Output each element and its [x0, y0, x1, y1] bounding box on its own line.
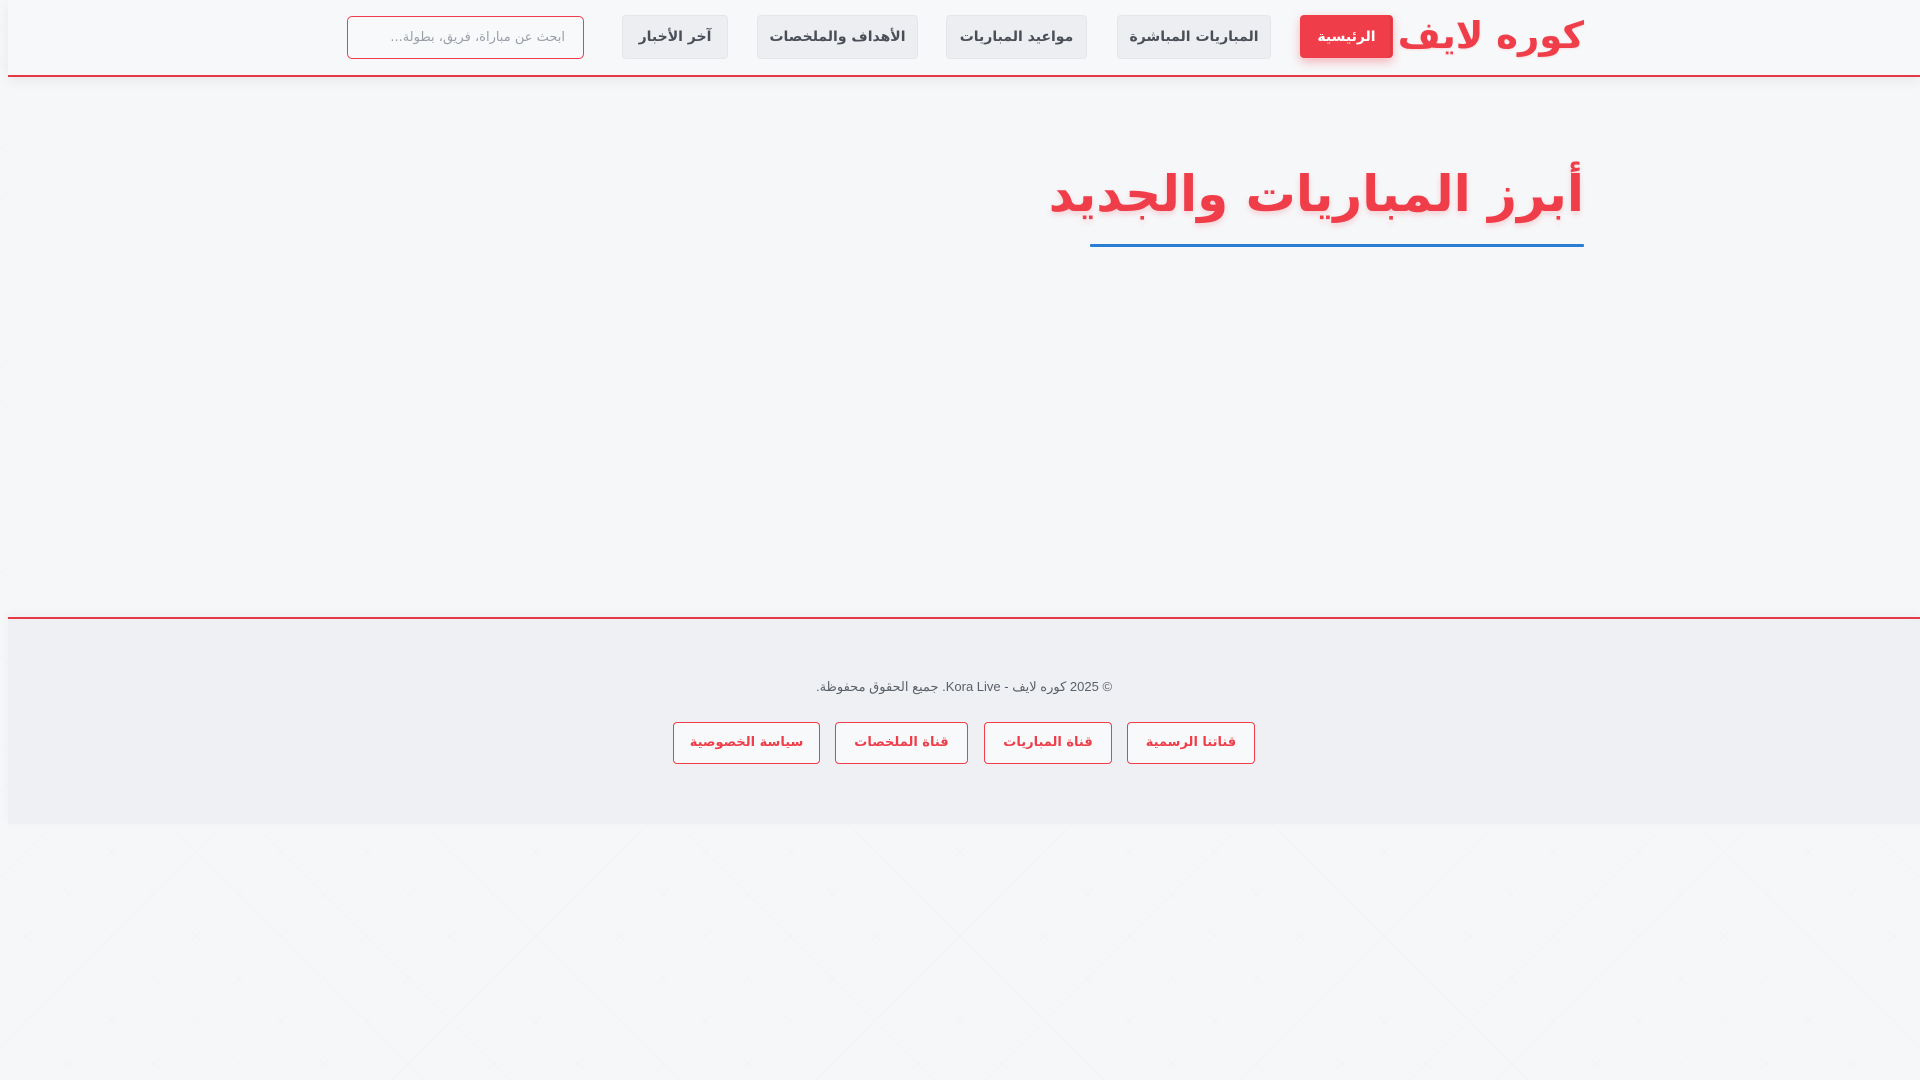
- site-header: كوره لايف الرئيسية المباريات المباشرة مو…: [8, 0, 1920, 77]
- nav-home-button[interactable]: الرئيسية: [1300, 15, 1393, 58]
- footer-official-channel-button[interactable]: قناتنا الرسمية: [1127, 722, 1255, 764]
- page-frame: كوره لايف الرئيسية المباريات المباشرة مو…: [8, 0, 1920, 826]
- title-underline: [1090, 244, 1584, 247]
- search-input[interactable]: [347, 16, 584, 59]
- footer-links: قناتنا الرسمية قناة المباريات قناة الملخ…: [8, 722, 1920, 764]
- footer-privacy-policy-button[interactable]: سياسة الخصوصية: [673, 722, 820, 764]
- page-title: أبرز المباريات والجديد: [1048, 165, 1584, 223]
- nav-latest-news-button[interactable]: آخر الأخبار: [622, 15, 728, 59]
- nav-live-matches-button[interactable]: المباريات المباشرة: [1117, 15, 1271, 59]
- copyright-text: © 2025 كوره لايف - Kora Live. جميع الحقو…: [815, 679, 1113, 694]
- site-footer: © 2025 كوره لايف - Kora Live. جميع الحقو…: [8, 617, 1920, 824]
- nav-match-schedule-button[interactable]: مواعيد المباريات: [946, 15, 1087, 59]
- footer-highlights-channel-button[interactable]: قناة الملخصات: [835, 722, 968, 764]
- nav-goals-highlights-button[interactable]: الأهداف والملخصات: [757, 15, 918, 59]
- site-logo[interactable]: كوره لايف: [1398, 12, 1584, 60]
- footer-matches-channel-button[interactable]: قناة المباريات: [984, 722, 1112, 764]
